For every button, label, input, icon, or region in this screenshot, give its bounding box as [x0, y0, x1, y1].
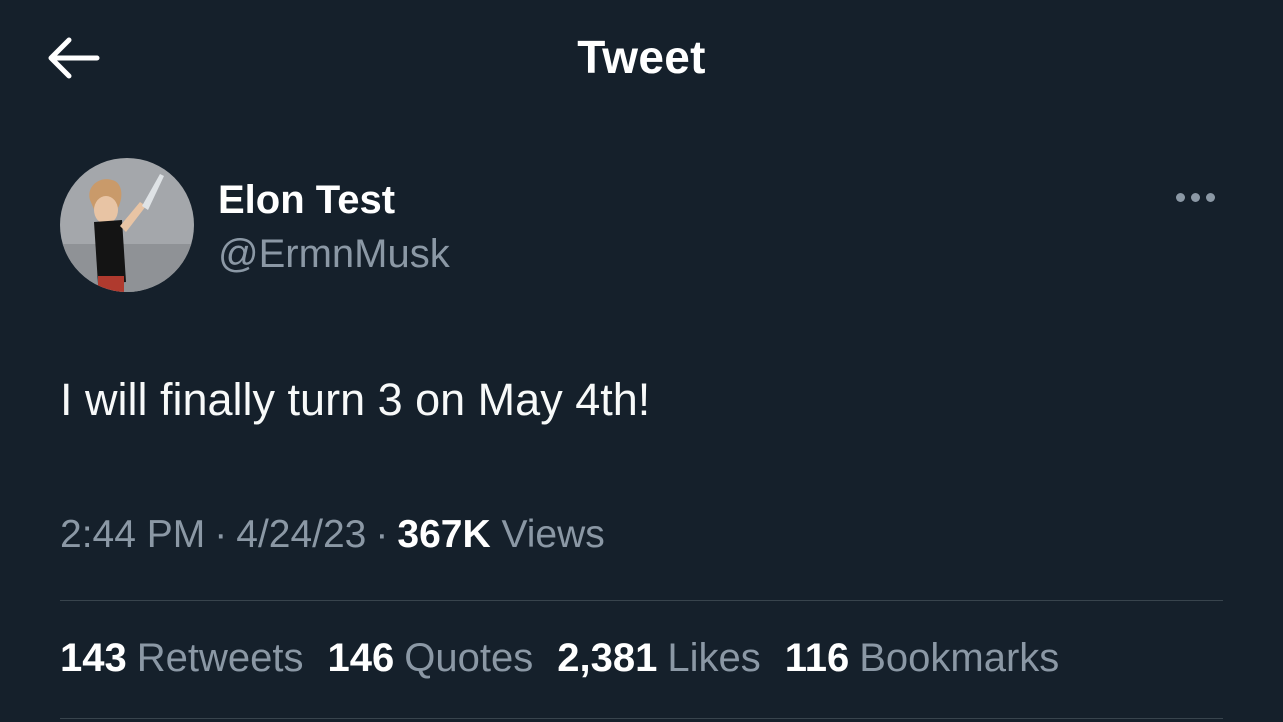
stat-bookmarks[interactable]: 116 Bookmarks: [785, 636, 1060, 681]
meta-separator: ·: [375, 513, 389, 556]
engagement-stats: 143 Retweets 146 Quotes 2,381 Likes 116 Book…: [60, 636, 1059, 681]
stat-label: Likes: [667, 636, 761, 680]
avatar[interactable]: [60, 158, 194, 292]
stat-count: 116: [784, 636, 850, 680]
tweet-date[interactable]: 4/24/23: [236, 513, 366, 556]
stat-label: Quotes: [404, 636, 534, 680]
more-options-button[interactable]: [1167, 182, 1223, 212]
stat-count: 146: [327, 636, 395, 680]
divider: [60, 600, 1223, 601]
user-handle[interactable]: @ErmnMusk: [218, 232, 450, 277]
top-bar: Tweet: [0, 0, 1283, 112]
tweet-metadata: 2:44 PM · 4/24/23 · 367K Views: [60, 513, 605, 557]
display-name[interactable]: Elon Test: [218, 178, 395, 223]
divider: [60, 718, 1223, 719]
stat-likes[interactable]: 2,381 Likes: [557, 636, 761, 681]
tweet-time[interactable]: 2:44 PM: [60, 513, 205, 556]
views-label: Views: [501, 513, 605, 556]
stat-count: 143: [60, 636, 127, 680]
views-count: 367K: [397, 513, 491, 556]
tweet-author: Elon Test @ErmnMusk: [60, 158, 1223, 294]
page-title: Tweet: [577, 31, 706, 83]
stat-retweets[interactable]: 143 Retweets: [60, 636, 304, 681]
stat-label: Retweets: [136, 636, 304, 680]
stat-quotes[interactable]: 146 Quotes: [328, 636, 534, 681]
tweet-text: I will finally turn 3 on May 4th!: [60, 374, 651, 425]
stat-count: 2,381: [557, 636, 658, 680]
more-horizontal-icon: [1175, 192, 1215, 202]
stat-label: Bookmarks: [859, 636, 1060, 680]
meta-separator: ·: [214, 513, 228, 556]
avatar-image: [60, 158, 194, 292]
